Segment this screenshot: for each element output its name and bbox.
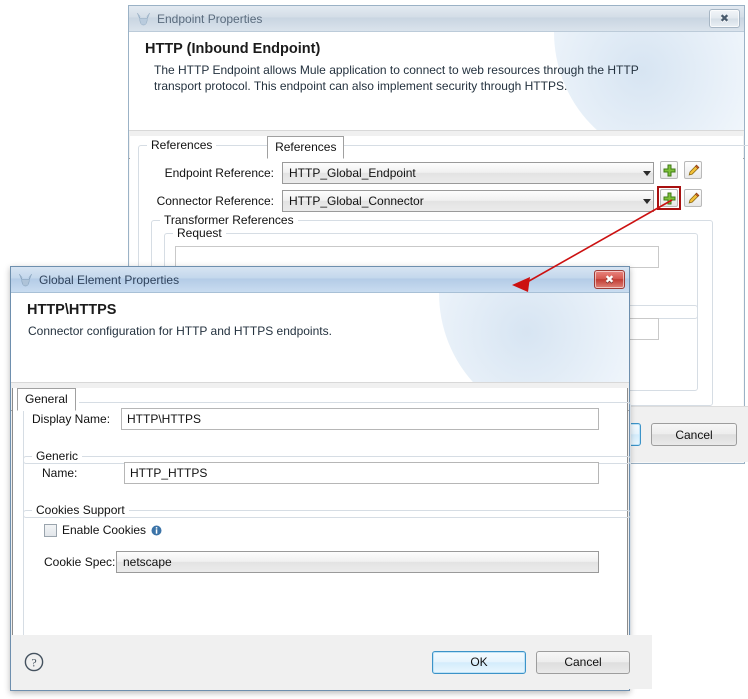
- cookies-support-group: Cookies Support Enable Cookies Cookie Sp…: [23, 510, 631, 640]
- endpoint-properties-title-text: Endpoint Properties: [157, 12, 262, 26]
- global-element-properties-header: HTTP\HTTPS Connector configuration for H…: [11, 293, 629, 383]
- plus-icon: [663, 164, 676, 177]
- plus-icon: [663, 192, 676, 205]
- mule-app-icon: [136, 12, 151, 26]
- connector-reference-label: Connector Reference:: [144, 194, 274, 208]
- generic-name-label: Name:: [42, 466, 77, 480]
- global-element-properties-close-button[interactable]: ✖: [594, 270, 625, 289]
- general-tab-panel: Display Display Name: Generic Name: Cook…: [12, 388, 628, 636]
- endpoint-properties-header: HTTP (Inbound Endpoint) The HTTP Endpoin…: [129, 32, 744, 131]
- question-mark-icon[interactable]: ?: [24, 652, 44, 672]
- endpoint-reference-edit-button[interactable]: [684, 161, 702, 179]
- endpoint-reference-add-button[interactable]: [660, 161, 678, 179]
- endpoint-properties-titlebar[interactable]: Endpoint Properties ✖: [129, 6, 744, 32]
- connector-reference-chevron-down-icon: [643, 199, 651, 204]
- pencil-icon: [687, 192, 700, 205]
- endpoint-cancel-button[interactable]: Cancel: [651, 423, 737, 446]
- connector-reference-edit-button[interactable]: [684, 189, 702, 207]
- global-ok-button[interactable]: OK: [432, 651, 526, 674]
- mule-app-icon: [18, 273, 33, 287]
- enable-cookies-label: Enable Cookies: [62, 523, 146, 537]
- endpoint-reference-label: Endpoint Reference:: [154, 166, 274, 180]
- transformer-request-legend: Request: [173, 226, 226, 240]
- close-icon: ✖: [605, 274, 614, 285]
- pencil-icon: [687, 164, 700, 177]
- enable-cookies-row[interactable]: Enable Cookies: [44, 523, 162, 537]
- close-icon: ✖: [720, 13, 729, 24]
- tab-general[interactable]: General: [17, 388, 76, 411]
- endpoint-reference-combo[interactable]: HTTP_Global_Endpoint: [282, 162, 654, 184]
- global-element-properties-header-description: Connector configuration for HTTP and HTT…: [28, 323, 548, 339]
- global-element-properties-title-text: Global Element Properties: [39, 273, 179, 287]
- cookie-spec-combo[interactable]: netscape: [116, 551, 599, 573]
- endpoint-properties-header-title: HTTP (Inbound Endpoint): [145, 41, 728, 57]
- cookie-spec-label: Cookie Spec:: [44, 555, 115, 569]
- global-element-properties-titlebar[interactable]: Global Element Properties ✖: [11, 267, 629, 293]
- generic-name-input[interactable]: [124, 462, 599, 484]
- display-name-label: Display Name:: [32, 412, 110, 426]
- enable-cookies-checkbox[interactable]: [44, 524, 57, 537]
- global-element-properties-dialog[interactable]: Global Element Properties ✖ HTTP\HTTPS C…: [10, 266, 630, 691]
- transformer-request-input[interactable]: [175, 246, 659, 268]
- global-cancel-button[interactable]: Cancel: [536, 651, 630, 674]
- endpoint-properties-close-button[interactable]: ✖: [709, 9, 740, 28]
- references-group-legend: References: [147, 138, 216, 152]
- global-element-properties-header-title: HTTP\HTTPS: [27, 302, 613, 318]
- generic-group-legend: Generic: [32, 449, 82, 463]
- global-element-properties-footer: ? OK Cancel: [12, 635, 652, 689]
- svg-text:?: ?: [31, 655, 36, 669]
- connector-reference-add-button[interactable]: [660, 189, 678, 207]
- transformer-references-legend: Transformer References: [160, 213, 298, 227]
- endpoint-reference-chevron-down-icon: [643, 171, 651, 176]
- display-name-input[interactable]: [121, 408, 599, 430]
- cookies-support-legend: Cookies Support: [32, 503, 129, 517]
- endpoint-properties-header-description: The HTTP Endpoint allows Mule applicatio…: [154, 62, 674, 94]
- display-group: Display Display Name:: [23, 402, 631, 464]
- tab-references[interactable]: References: [267, 136, 344, 159]
- connector-reference-combo[interactable]: HTTP_Global_Connector: [282, 190, 654, 212]
- info-icon[interactable]: [151, 525, 162, 536]
